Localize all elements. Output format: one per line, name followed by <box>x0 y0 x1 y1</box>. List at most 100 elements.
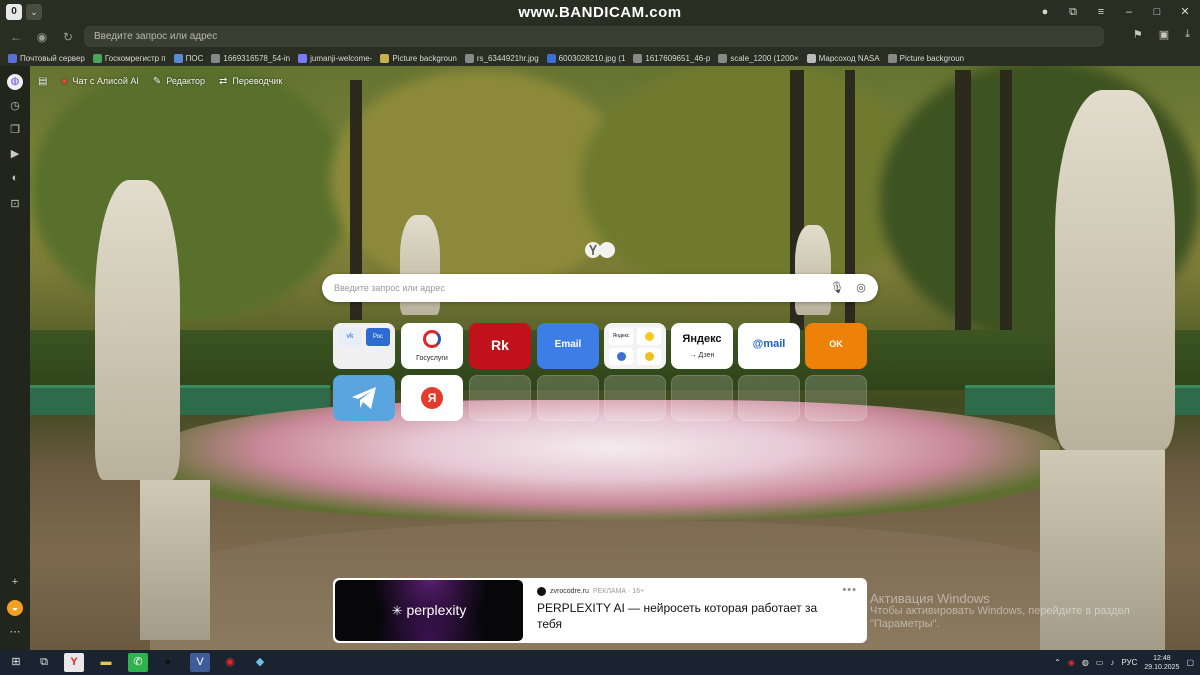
bandicam-record-icon[interactable]: ◉ <box>220 653 240 672</box>
tile-yandex[interactable]: Я <box>401 375 463 421</box>
add-icon[interactable]: + <box>7 574 23 590</box>
bookmark-item[interactable]: ПОС <box>173 53 204 63</box>
microphone-icon[interactable]: 🎙 <box>830 281 844 295</box>
tree-trunk <box>955 70 971 370</box>
windows-activation-watermark: Активация Windows Чтобы активировать Win… <box>870 592 1200 631</box>
news-headline[interactable]: PERPLEXITY AI — нейросеть которая работа… <box>537 600 837 632</box>
gosuslugi-icon <box>423 330 441 348</box>
back-icon[interactable]: ← <box>8 29 24 45</box>
file-explorer-icon[interactable]: ▬ <box>96 653 116 672</box>
screenshot-icon[interactable]: ▣ <box>1159 28 1169 41</box>
bookmark-item[interactable]: scale_1200 (1200× <box>718 53 799 63</box>
play-icon[interactable]: ▶ <box>7 146 23 162</box>
pro-icon[interactable]: ◒ <box>7 600 23 616</box>
tile-empty[interactable] <box>738 375 800 421</box>
bookmark-item[interactable]: Picture backgroun <box>380 53 457 63</box>
tile-empty[interactable] <box>671 375 733 421</box>
bookmark-item[interactable]: Госкомрегистр п <box>92 53 166 63</box>
navigation-bar: ← ◉ ↻ Введите запрос или адрес ⚑ ▣ ⤓ <box>0 24 1200 50</box>
perplexity-icon: ✳ <box>391 603 403 618</box>
tile-empty[interactable] <box>469 375 531 421</box>
yandex-mini-icon: Яндекс <box>609 328 633 345</box>
wallet-icon[interactable]: ◐ <box>7 170 23 186</box>
tile-empty[interactable] <box>537 375 599 421</box>
statue-left <box>95 180 180 480</box>
notifications-icon[interactable]: ▢ <box>1186 658 1194 667</box>
news-card[interactable]: ✳ perplexity zvrocodre.ru РЕКЛАМА · 16+ … <box>333 578 867 643</box>
bookmark-item[interactable]: 6003028210.jpg (1 <box>546 53 625 63</box>
maximize-button[interactable]: □ <box>1150 3 1164 21</box>
bookmark-item[interactable]: 1617609651_46-p <box>633 53 710 63</box>
history-icon[interactable]: ◷ <box>7 98 23 114</box>
alice-chat-button[interactable]: ● Чат с Алисой AI <box>61 76 138 87</box>
tree-canopy-center-right <box>580 60 920 300</box>
protect-icon[interactable]: ◉ <box>34 29 50 45</box>
app-icon-dark[interactable]: ● <box>158 653 178 672</box>
tile-yandex-dzen[interactable]: Яндекс → Дзен <box>671 323 733 369</box>
language-indicator[interactable]: РУС <box>1121 658 1137 667</box>
chevron-up-icon[interactable]: ⌃ <box>1054 658 1061 667</box>
bookmark-item[interactable]: jumanji-welcome- <box>298 53 372 63</box>
address-placeholder: Введите запрос или адрес <box>94 31 218 42</box>
app-icon-v[interactable]: V <box>190 653 210 672</box>
reload-icon[interactable]: ↻ <box>60 29 76 45</box>
address-bar[interactable]: Введите запрос или адрес <box>84 26 1104 47</box>
bookmark-item[interactable]: Марсоход NASA <box>806 53 880 63</box>
security-icon[interactable]: ◍ <box>1082 658 1089 667</box>
disk-mini-icon <box>637 348 661 365</box>
yandex-browser-taskbar-icon[interactable]: Y <box>64 653 84 672</box>
tile-vk-group[interactable]: vk Рос <box>333 323 395 369</box>
phone-app-icon[interactable]: ✆ <box>128 653 148 672</box>
bookmark-item[interactable]: Picture backgroun <box>887 53 964 63</box>
window-controls: ● ⧉ ≡ – □ ✕ <box>1038 3 1192 21</box>
activation-title: Активация Windows <box>870 591 990 606</box>
collections-icon[interactable]: ⧉ <box>1066 3 1080 21</box>
tile-empty[interactable] <box>805 375 867 421</box>
bookmark-label: ПОС <box>185 53 204 63</box>
camera-search-icon[interactable]: ◎ <box>854 281 868 295</box>
display-icon[interactable]: ▭ <box>1096 658 1104 667</box>
bookmark-favicon-icon <box>8 53 17 63</box>
tile-yandex-group[interactable]: Яндекс <box>604 323 666 369</box>
bookmark-label: Марсоход NASA <box>818 53 880 63</box>
tile-gosuslugi[interactable]: Госуслуги <box>401 323 463 369</box>
task-view-icon[interactable]: ⧉ <box>34 653 54 672</box>
editor-button[interactable]: ✎ Редактор <box>153 76 205 87</box>
record-tray-icon[interactable]: ◉ <box>1068 658 1075 667</box>
tile-empty[interactable] <box>604 375 666 421</box>
app-icon-blue[interactable]: ◆ <box>250 653 270 672</box>
notes-icon[interactable]: ❐ <box>7 122 23 138</box>
clock-date: 29.10.2025 <box>1144 663 1180 671</box>
sidebar-toggle-icon[interactable]: ▤ <box>38 76 47 87</box>
bookmark-favicon-icon <box>92 53 102 63</box>
more-icon[interactable]: ⋯ <box>7 624 23 640</box>
minimize-button[interactable]: – <box>1122 3 1136 21</box>
bookmarks-bar: Почтовый сервер Госкомрегистр п ПОС 1669316… <box>0 50 1200 66</box>
clock[interactable]: 12:48 29.10.2025 <box>1144 654 1179 672</box>
tile-label: Госуслуги <box>416 355 448 362</box>
news-source: zvrocodre.ru РЕКЛАМА · 16+ <box>537 587 644 596</box>
bookmark-item[interactable]: Почтовый сервер <box>8 53 85 63</box>
tile-email[interactable]: Email <box>537 323 599 369</box>
chat-icon[interactable]: ⊡ <box>7 196 23 212</box>
extensions-icon[interactable]: ⚑ <box>1133 28 1143 41</box>
tile-mail-ru[interactable]: @mail <box>738 323 800 369</box>
windows-start-icon[interactable]: ⊞ <box>6 653 26 672</box>
translator-button[interactable]: ⇄ Переводчик <box>219 76 282 87</box>
search-box[interactable]: Введите запрос или адрес 🎙 ◎ <box>322 274 878 302</box>
download-icon[interactable]: ⤓ <box>1185 28 1190 41</box>
menu-icon[interactable]: ≡ <box>1094 3 1108 21</box>
bookmark-item[interactable]: rs_6344921hr.jpg <box>464 53 539 63</box>
profile-icon[interactable]: ● <box>1038 3 1052 21</box>
tile-telegram[interactable] <box>333 375 395 421</box>
windows-taskbar: ⊞ ⧉ Y ▬ ✆ ● V ◉ ◆ ⌃ ◉ ◍ ▭ ♪ РУС 12:48 29… <box>0 650 1200 675</box>
newtab-toolbar: ▤ ● Чат с Алисой AI ✎ Редактор ⇄ Перевод… <box>30 72 282 90</box>
alice-icon[interactable]: ◍ <box>7 74 23 90</box>
close-button[interactable]: ✕ <box>1178 3 1192 21</box>
volume-icon[interactable]: ♪ <box>1110 658 1114 667</box>
more-options-icon[interactable]: ••• <box>842 584 857 596</box>
bookmark-label: Picture backgroun <box>392 53 457 63</box>
tile-ok[interactable]: OK <box>805 323 867 369</box>
tile-rk[interactable]: Rk <box>469 323 531 369</box>
bookmark-item[interactable]: 1669316578_54-in <box>211 53 290 63</box>
